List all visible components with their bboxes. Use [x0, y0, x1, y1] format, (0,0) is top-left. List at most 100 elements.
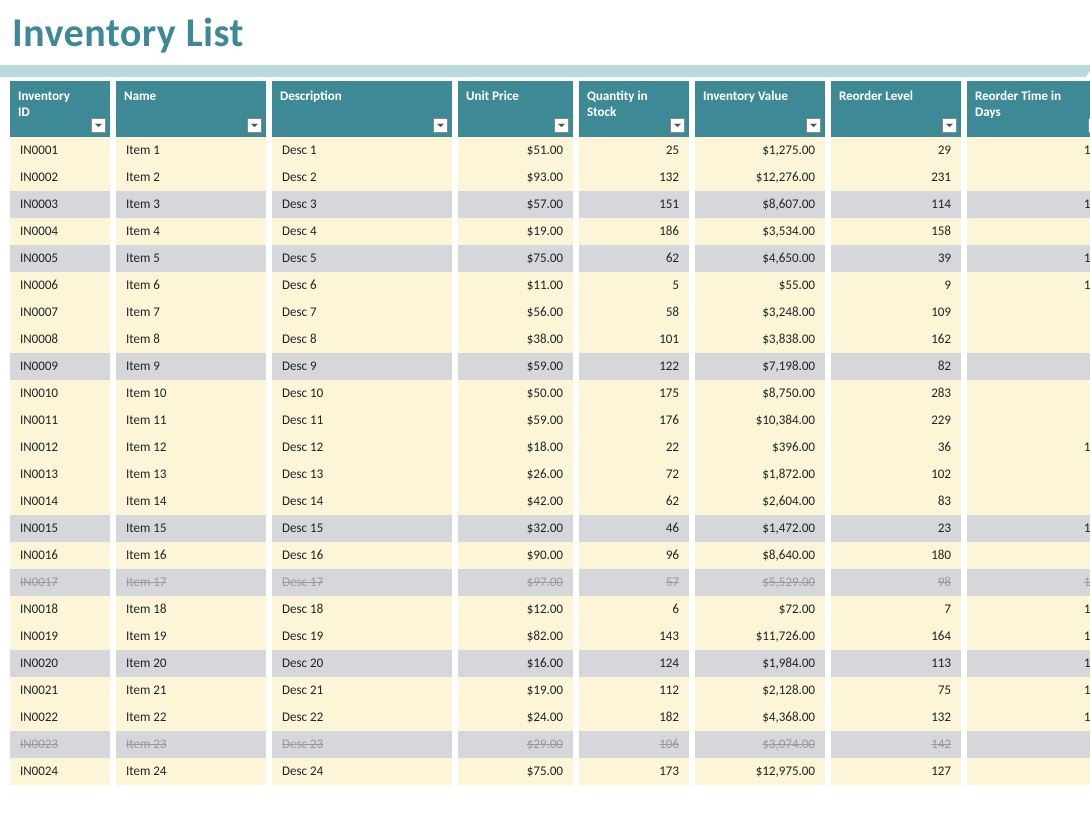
cell-qty: 151 — [579, 191, 689, 218]
cell-price: $19.00 — [458, 218, 573, 245]
table-row[interactable]: IN0017Item 17Desc 17$97.0057$5,529.00981… — [10, 569, 1090, 596]
cell-days: 15 — [967, 704, 1090, 731]
cell-days: 12 — [967, 569, 1090, 596]
column-header: Unit Price — [458, 81, 573, 137]
table-row[interactable]: IN0020Item 20Desc 20$16.00124$1,984.0011… — [10, 650, 1090, 677]
column-label: Inventory ID — [18, 89, 102, 120]
cell-qty: 25 — [579, 137, 689, 164]
cell-qty: 122 — [579, 353, 689, 380]
table-row[interactable]: IN0012Item 12Desc 12$18.0022$396.003612 — [10, 434, 1090, 461]
cell-qty: 62 — [579, 488, 689, 515]
table-row[interactable]: IN0016Item 16Desc 16$90.0096$8,640.00180… — [10, 542, 1090, 569]
cell-id: IN0008 — [10, 326, 110, 353]
cell-id: IN0001 — [10, 137, 110, 164]
cell-id: IN0020 — [10, 650, 110, 677]
cell-name: Item 10 — [116, 380, 266, 407]
cell-desc: Desc 21 — [272, 677, 452, 704]
filter-dropdown-icon[interactable] — [670, 118, 685, 133]
table-row[interactable]: IN0018Item 18Desc 18$12.006$72.00713 — [10, 596, 1090, 623]
cell-days: 13 — [967, 137, 1090, 164]
cell-name: Item 24 — [116, 758, 266, 785]
cell-reorder: 132 — [831, 704, 961, 731]
table-row[interactable]: IN0024Item 24Desc 24$75.00173$12,975.001… — [10, 758, 1090, 785]
cell-desc: Desc 20 — [272, 650, 452, 677]
cell-id: IN0006 — [10, 272, 110, 299]
cell-price: $16.00 — [458, 650, 573, 677]
cell-price: $75.00 — [458, 245, 573, 272]
cell-days: 1 — [967, 731, 1090, 758]
filter-dropdown-icon[interactable] — [433, 118, 448, 133]
cell-id: IN0013 — [10, 461, 110, 488]
cell-id: IN0018 — [10, 596, 110, 623]
cell-desc: Desc 24 — [272, 758, 452, 785]
cell-qty: 176 — [579, 407, 689, 434]
cell-value: $8,750.00 — [695, 380, 825, 407]
table-row[interactable]: IN0002Item 2Desc 2$93.00132$12,276.00231… — [10, 164, 1090, 191]
cell-days: 13 — [967, 272, 1090, 299]
cell-value: $4,650.00 — [695, 245, 825, 272]
cell-reorder: 98 — [831, 569, 961, 596]
cell-price: $90.00 — [458, 542, 573, 569]
table-row[interactable]: IN0008Item 8Desc 8$38.00101$3,838.001623 — [10, 326, 1090, 353]
cell-days: 14 — [967, 650, 1090, 677]
cell-reorder: 142 — [831, 731, 961, 758]
cell-name: Item 3 — [116, 191, 266, 218]
cell-reorder: 164 — [831, 623, 961, 650]
page-header: Inventory List — [0, 0, 1090, 57]
filter-dropdown-icon[interactable] — [806, 118, 821, 133]
cell-value: $55.00 — [695, 272, 825, 299]
cell-id: IN0019 — [10, 623, 110, 650]
cell-days: 9 — [967, 461, 1090, 488]
cell-value: $1,275.00 — [695, 137, 825, 164]
cell-qty: 175 — [579, 380, 689, 407]
table-row[interactable]: IN0022Item 22Desc 22$24.00182$4,368.0013… — [10, 704, 1090, 731]
cell-name: Item 15 — [116, 515, 266, 542]
cell-id: IN0012 — [10, 434, 110, 461]
table-row[interactable]: IN0003Item 3Desc 3$57.00151$8,607.001141… — [10, 191, 1090, 218]
cell-id: IN0016 — [10, 542, 110, 569]
cell-desc: Desc 2 — [272, 164, 452, 191]
cell-reorder: 127 — [831, 758, 961, 785]
cell-reorder: 29 — [831, 137, 961, 164]
table-row[interactable]: IN0023Item 23Desc 23$29.00106$3,074.0014… — [10, 731, 1090, 758]
table-row[interactable]: IN0005Item 5Desc 5$75.0062$4,650.003912 — [10, 245, 1090, 272]
cell-price: $24.00 — [458, 704, 573, 731]
table-row[interactable]: IN0006Item 6Desc 6$11.005$55.00913 — [10, 272, 1090, 299]
filter-dropdown-icon[interactable] — [942, 118, 957, 133]
cell-qty: 72 — [579, 461, 689, 488]
cell-reorder: 162 — [831, 326, 961, 353]
cell-id: IN0017 — [10, 569, 110, 596]
filter-dropdown-icon[interactable] — [554, 118, 569, 133]
table-row[interactable]: IN0009Item 9Desc 9$59.00122$7,198.00823 — [10, 353, 1090, 380]
cell-name: Item 19 — [116, 623, 266, 650]
table-row[interactable]: IN0007Item 7Desc 7$56.0058$3,248.001097 — [10, 299, 1090, 326]
cell-days: 3 — [967, 353, 1090, 380]
table-row[interactable]: IN0010Item 10Desc 10$50.00175$8,750.0028… — [10, 380, 1090, 407]
cell-price: $51.00 — [458, 137, 573, 164]
table-row[interactable]: IN0013Item 13Desc 13$26.0072$1,872.00102… — [10, 461, 1090, 488]
cell-name: Item 16 — [116, 542, 266, 569]
cell-desc: Desc 8 — [272, 326, 452, 353]
cell-id: IN0015 — [10, 515, 110, 542]
header-ribbon — [0, 59, 1090, 81]
cell-qty: 22 — [579, 434, 689, 461]
table-row[interactable]: IN0015Item 15Desc 15$32.0046$1,472.00231… — [10, 515, 1090, 542]
cell-price: $29.00 — [458, 731, 573, 758]
cell-desc: Desc 5 — [272, 245, 452, 272]
table-row[interactable]: IN0021Item 21Desc 21$19.00112$2,128.0075… — [10, 677, 1090, 704]
table-row[interactable]: IN0001Item 1Desc 1$51.0025$1,275.002913 — [10, 137, 1090, 164]
cell-desc: Desc 23 — [272, 731, 452, 758]
table-row[interactable]: IN0011Item 11Desc 11$59.00176$10,384.002… — [10, 407, 1090, 434]
cell-id: IN0014 — [10, 488, 110, 515]
filter-dropdown-icon[interactable] — [247, 118, 262, 133]
cell-id: IN0023 — [10, 731, 110, 758]
cell-desc: Desc 1 — [272, 137, 452, 164]
cell-desc: Desc 22 — [272, 704, 452, 731]
table-row[interactable]: IN0014Item 14Desc 14$42.0062$2,604.00832 — [10, 488, 1090, 515]
cell-days: 4 — [967, 164, 1090, 191]
table-row[interactable]: IN0004Item 4Desc 4$19.00186$3,534.001586 — [10, 218, 1090, 245]
filter-dropdown-icon[interactable] — [91, 118, 106, 133]
table-row[interactable]: IN0019Item 19Desc 19$82.00143$11,726.001… — [10, 623, 1090, 650]
column-label: Unit Price — [466, 89, 565, 105]
cell-reorder: 283 — [831, 380, 961, 407]
